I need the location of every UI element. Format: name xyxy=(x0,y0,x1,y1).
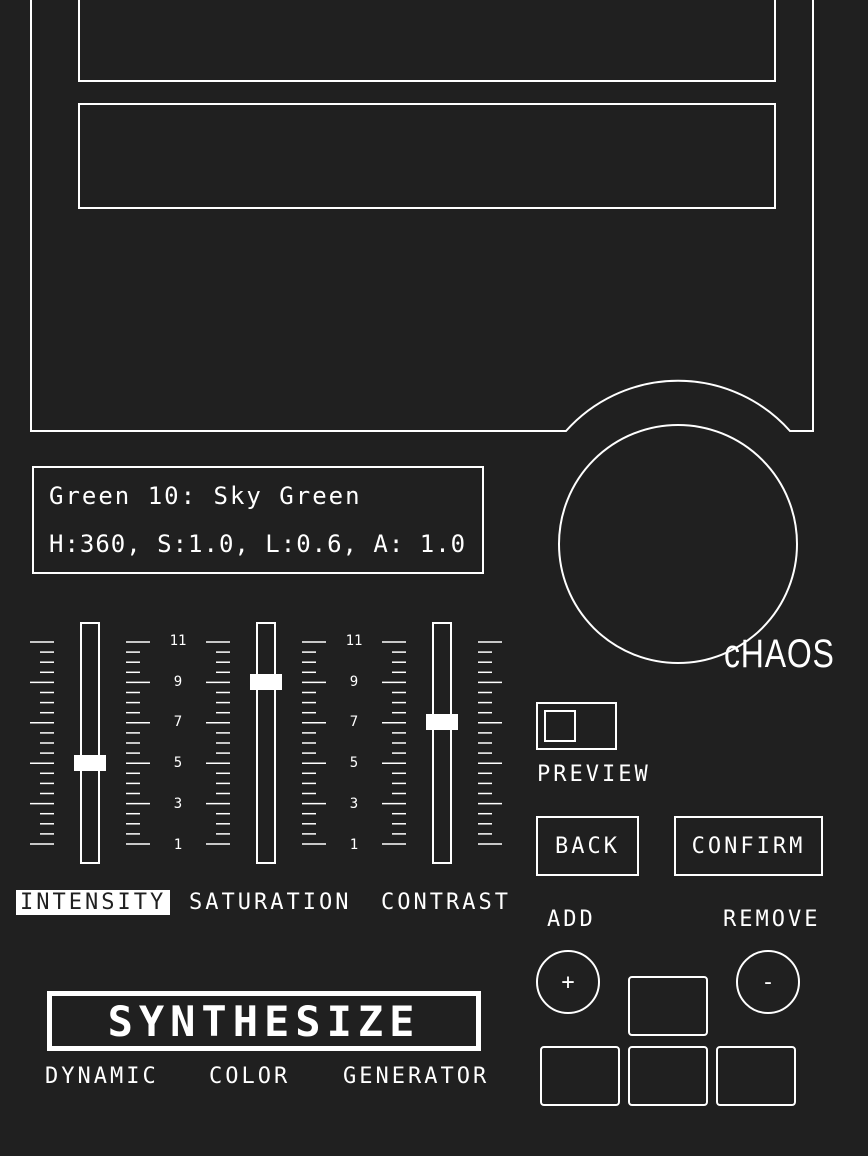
saturation-slider-thumb[interactable] xyxy=(250,674,282,690)
pad-right[interactable] xyxy=(716,1046,796,1106)
contrast-slider-thumb[interactable] xyxy=(426,714,458,730)
tagline-color: COLOR xyxy=(209,1064,291,1089)
scale-number: 1 xyxy=(349,837,359,853)
slider-area: 11 9 7 5 3 1 11 9 7 5 3 1 xyxy=(0,600,520,940)
scale-number: 9 xyxy=(349,674,359,690)
scale-number: 9 xyxy=(173,674,183,690)
scale-number: 7 xyxy=(349,714,359,730)
saturation-label[interactable]: SATURATION xyxy=(189,890,351,915)
pad-top[interactable] xyxy=(628,976,708,1036)
scale-number: 11 xyxy=(345,633,363,649)
chaos-knob[interactable] xyxy=(558,424,798,664)
scale-number: 11 xyxy=(169,633,187,649)
scale-number: 7 xyxy=(173,714,183,730)
tagline-generator: GENERATOR xyxy=(343,1064,490,1089)
intensity-slider-track[interactable] xyxy=(80,622,100,864)
brand-logo-text: SYNTHESIZE xyxy=(107,996,421,1046)
scale-number: 1 xyxy=(173,837,183,853)
preview-toggle-knob xyxy=(544,710,576,742)
scale-number: 3 xyxy=(173,796,183,812)
swatch-slot-1[interactable] xyxy=(78,0,776,82)
add-label: ADD xyxy=(547,907,596,932)
swatch-slot-2[interactable] xyxy=(78,103,776,209)
color-values: H:360, S:1.0, L:0.6, A: 1.0 xyxy=(49,530,467,558)
contrast-label[interactable]: CONTRAST xyxy=(381,890,511,915)
color-name: Green 10: Sky Green xyxy=(49,482,362,510)
preview-toggle[interactable] xyxy=(536,702,617,750)
preview-label: PREVIEW xyxy=(537,762,651,787)
tagline-dynamic: DYNAMIC xyxy=(45,1064,159,1089)
pad-left[interactable] xyxy=(540,1046,620,1106)
scale-number: 5 xyxy=(349,755,359,771)
intensity-label[interactable]: INTENSITY xyxy=(16,890,171,915)
chaos-label: cHAOS xyxy=(724,632,835,676)
remove-button[interactable]: - xyxy=(736,950,800,1014)
scale-number: 3 xyxy=(349,796,359,812)
add-button[interactable]: + xyxy=(536,950,600,1014)
confirm-button[interactable]: CONFIRM xyxy=(674,816,823,876)
saturation-slider-track[interactable] xyxy=(256,622,276,864)
brand-logo: SYNTHESIZE xyxy=(47,991,481,1051)
color-info-box: Green 10: Sky Green H:360, S:1.0, L:0.6,… xyxy=(32,466,484,574)
contrast-slider-track[interactable] xyxy=(432,622,452,864)
pad-middle[interactable] xyxy=(628,1046,708,1106)
intensity-slider-thumb[interactable] xyxy=(74,755,106,771)
scale-number: 5 xyxy=(173,755,183,771)
back-button[interactable]: BACK xyxy=(536,816,639,876)
remove-label: REMOVE xyxy=(723,907,821,932)
